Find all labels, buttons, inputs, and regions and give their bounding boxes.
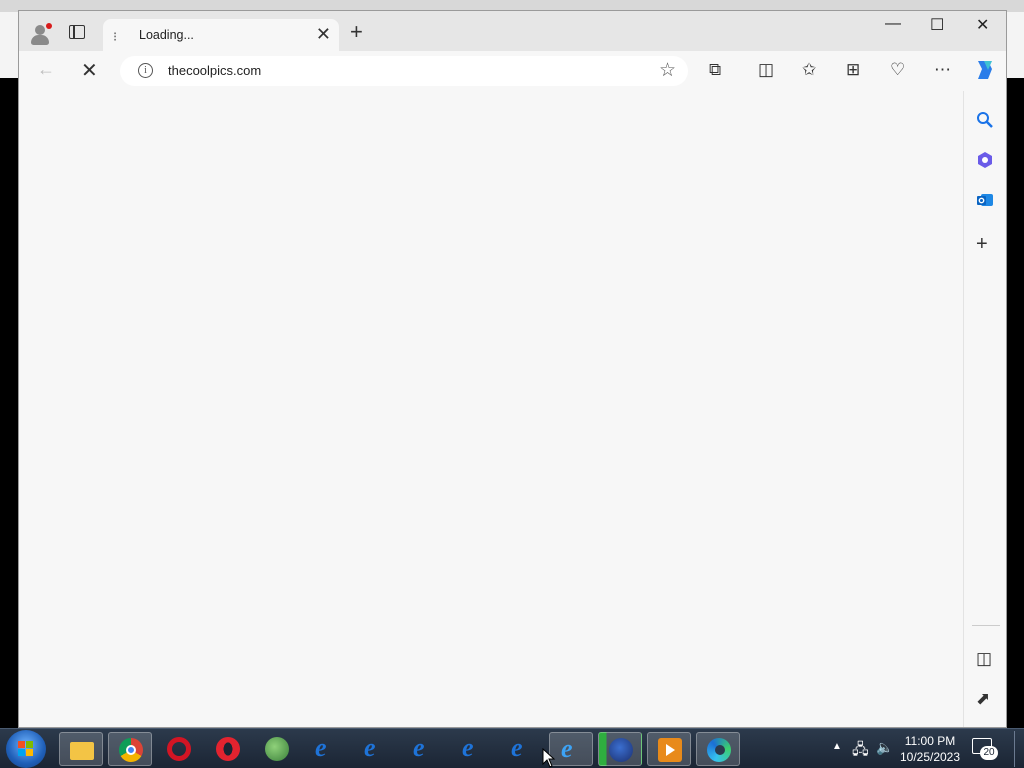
internet-explorer-icon[interactable]: e [402, 732, 446, 766]
ie-glyph: e [315, 733, 327, 762]
internet-explorer-icon[interactable]: e [353, 732, 397, 766]
opera-icon[interactable] [157, 732, 201, 766]
notification-count-badge: 20 [980, 746, 998, 760]
extensions-icon[interactable]: ⧉ [709, 60, 721, 80]
close-window-button[interactable]: ✕ [976, 15, 989, 35]
new-tab-button[interactable]: + [350, 21, 363, 43]
address-bar[interactable]: i thecoolpics.com ☆ [120, 56, 688, 86]
clock-time: 11:00 PM [904, 734, 956, 748]
sidebar-divider [972, 625, 1000, 626]
volume-muted-icon[interactable]: 🔈 [876, 739, 893, 768]
system-clock[interactable]: 11:00 PM 10/25/2023 [896, 733, 964, 765]
edge-center [715, 745, 725, 755]
loading-spinner-icon: ⁝ [113, 29, 118, 44]
tab-actions-icon[interactable] [69, 25, 85, 39]
opera-icon[interactable] [206, 732, 250, 766]
ie-glyph: e [413, 733, 425, 762]
chrome-center [126, 745, 136, 755]
collections-icon[interactable]: ⊞ [846, 60, 860, 80]
notification-dot [46, 23, 52, 29]
ie-glyph: e [364, 733, 376, 762]
tab-close-icon[interactable]: ✕ [316, 25, 331, 43]
opera-ring [167, 737, 191, 761]
logo-yellow [26, 749, 33, 756]
search-icon[interactable] [976, 111, 994, 134]
address-url[interactable]: thecoolpics.com [168, 63, 261, 78]
external-link-icon[interactable]: ⬈ [976, 689, 990, 709]
mouse-cursor-icon [542, 747, 556, 768]
logo-blue [18, 749, 25, 756]
tab-bar: ⁝ Loading... ✕ + — ☐ ✕ [19, 11, 1006, 52]
minimize-button[interactable]: — [885, 15, 901, 33]
show-hidden-icons-icon[interactable]: ▲ [832, 741, 842, 768]
internet-explorer-icon[interactable]: e [304, 732, 348, 766]
profile-body [31, 35, 49, 45]
globe-shape [265, 737, 289, 761]
internet-explorer-icon[interactable]: e [500, 732, 544, 766]
split-screen-icon[interactable]: ◫ [758, 60, 774, 80]
office-icon[interactable] [976, 151, 994, 174]
more-icon[interactable]: ⋯ [934, 60, 951, 80]
edge-icon[interactable] [696, 732, 740, 766]
favorites-icon[interactable]: ✩ [802, 60, 816, 80]
navigation-toolbar: ← ✕ i thecoolpics.com ☆ ⧉ ◫ ✩ ⊞ ♡ ⋯ [19, 51, 1006, 91]
add-icon[interactable]: + [976, 233, 988, 256]
site-info-icon[interactable]: i [138, 63, 153, 78]
profile-icon[interactable] [29, 23, 52, 45]
back-button[interactable]: ← [37, 59, 55, 80]
network-globe-icon[interactable] [255, 732, 299, 766]
clock-date: 10/25/2023 [899, 750, 961, 764]
play-triangle [666, 744, 675, 756]
outlook-icon[interactable] [976, 191, 994, 214]
ie-glyph: e [511, 733, 523, 762]
favorite-star-icon[interactable]: ☆ [659, 59, 676, 82]
firefox-globe [609, 738, 633, 762]
chrome-icon[interactable] [108, 732, 152, 766]
media-player-icon[interactable] [647, 732, 691, 766]
ie-glyph: e [462, 733, 474, 762]
profile-head [35, 25, 45, 35]
ie-glyph: e [561, 734, 573, 763]
opera-ring [216, 737, 240, 761]
windows-logo-icon [18, 741, 34, 757]
browser-window: ⁝ Loading... ✕ + — ☐ ✕ ← ✕ i thecoolpics… [18, 10, 1007, 728]
show-desktop-button[interactable] [1014, 731, 1022, 767]
start-button[interactable] [6, 730, 46, 768]
folder-shape [70, 742, 94, 760]
logo-green [26, 741, 33, 748]
file-explorer-icon[interactable] [59, 732, 103, 766]
internet-explorer-icon[interactable]: e [451, 732, 495, 766]
network-icon[interactable]: 🖧 [852, 739, 869, 768]
logo-red [18, 741, 25, 748]
page-content [19, 91, 963, 727]
firefox-icon[interactable] [598, 732, 642, 766]
taskbar: e e e e e e ▲ 🖧 🔈 11:00 PM 10/25/2023 20 [0, 728, 1024, 768]
tab-title: Loading... [139, 28, 194, 42]
tab-loading[interactable]: ⁝ Loading... ✕ [103, 19, 339, 52]
stop-loading-button[interactable]: ✕ [81, 58, 98, 83]
edge-sidebar: + ◫ ⬈ ⚙ [963, 91, 1006, 727]
browser-essentials-icon[interactable]: ♡ [890, 60, 905, 80]
copilot-icon[interactable] [972, 57, 998, 88]
hide-sidebar-icon[interactable]: ◫ [976, 649, 992, 669]
maximize-button[interactable]: ☐ [930, 15, 944, 35]
